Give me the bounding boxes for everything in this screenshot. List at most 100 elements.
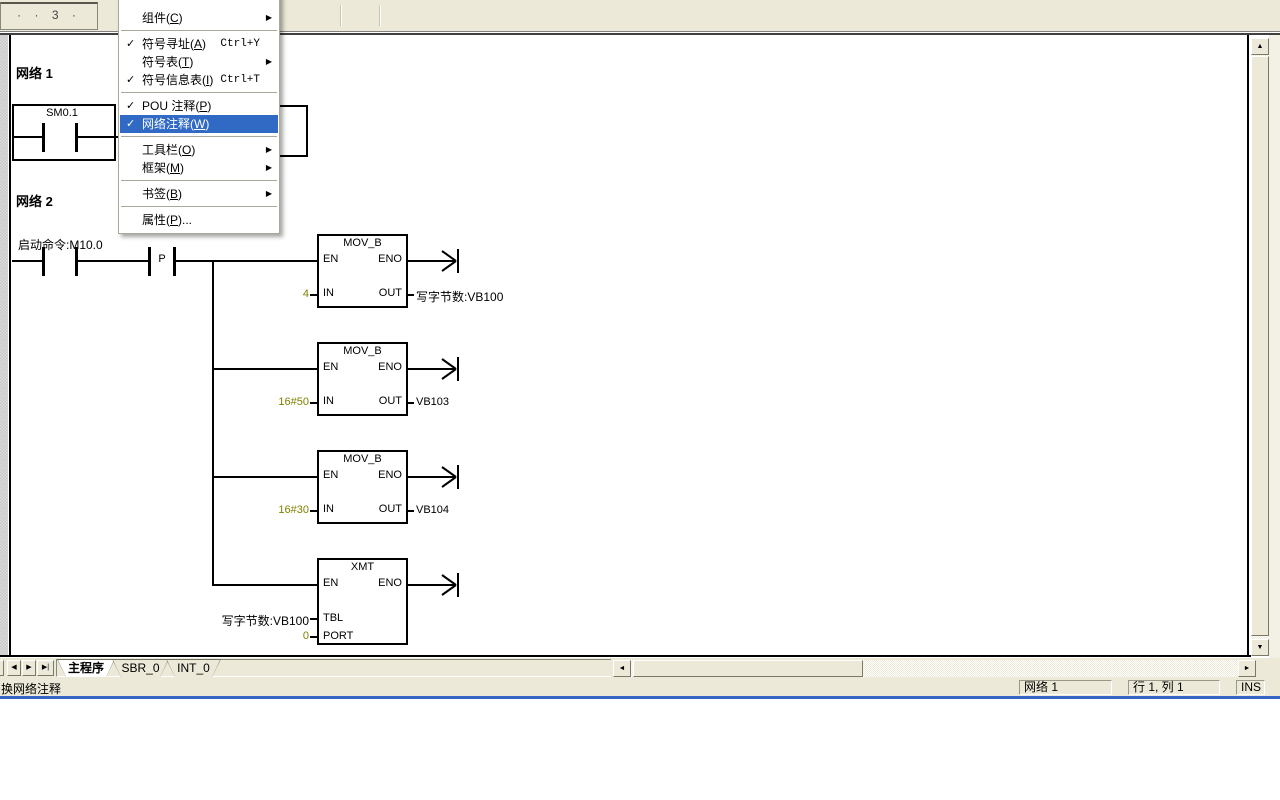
menu-item-symbol-table[interactable]: 符号表(T) ▶ xyxy=(120,53,278,71)
pin-in: IN xyxy=(323,287,334,299)
view-dropdown-menu: 组件(C) ▶ ✓ 符号寻址(A) Ctrl+Y 符号表(T) ▶ ✓ 符号信息… xyxy=(118,0,280,234)
pin-en: EN xyxy=(323,253,338,265)
branch-wire xyxy=(213,584,317,586)
branch-wire xyxy=(213,368,317,370)
menu-item-bookmarks[interactable]: 书签(B) ▶ xyxy=(120,185,278,203)
submenu-arrow-icon: ▶ xyxy=(266,185,272,203)
pin-en: EN xyxy=(323,469,338,481)
pin-stub xyxy=(408,294,414,296)
pin-stub xyxy=(408,402,414,404)
hscrollbar-thumb[interactable] xyxy=(633,660,863,677)
menu-item-toolbars[interactable]: 工具栏(O) ▶ xyxy=(120,141,278,159)
shortcut-label: Ctrl+T xyxy=(220,71,260,89)
menu-item-pou-comments[interactable]: ✓ POU 注释(P) xyxy=(120,97,278,115)
menu-item-properties[interactable]: 属性(P)... xyxy=(120,211,278,229)
pin-eno: ENO xyxy=(378,361,402,373)
tab-main-program[interactable]: 主程序 xyxy=(57,659,115,677)
block-title: MOV_B xyxy=(319,345,406,357)
submenu-arrow-icon: ▶ xyxy=(266,53,272,71)
editor-right-border xyxy=(1247,35,1249,657)
in-constant-2[interactable]: 16#50 xyxy=(220,396,309,408)
menu-item-symbol-addressing[interactable]: ✓ 符号寻址(A) Ctrl+Y xyxy=(120,35,278,53)
pin-out: OUT xyxy=(379,395,402,407)
menu-separator xyxy=(121,133,277,141)
menu-separator xyxy=(121,203,277,211)
application-window: · · 3 · 网络 1 SM0.1 网络 2 启动命令:M10.0 P MOV… xyxy=(0,0,1280,800)
tab-nav-last-button[interactable]: ▶| xyxy=(37,660,54,676)
mov-b-block-2[interactable]: MOV_B EN ENO IN OUT xyxy=(317,342,408,416)
submenu-arrow-icon: ▶ xyxy=(266,141,272,159)
mov-b-block-1[interactable]: MOV_B EN ENO IN OUT xyxy=(317,234,408,308)
tbl-operand[interactable]: 写字节数:VB100 xyxy=(200,612,309,629)
pin-eno: ENO xyxy=(378,253,402,265)
block-title: MOV_B xyxy=(319,453,406,465)
tab-int0[interactable]: INT_0 xyxy=(166,659,221,677)
checkmark-icon: ✓ xyxy=(126,71,135,89)
contact-address-m100[interactable]: 启动命令:M10.0 xyxy=(18,236,103,253)
status-mode-panel: INS xyxy=(1236,680,1265,695)
status-cursor-panel: 行 1, 列 1 xyxy=(1128,680,1220,695)
pin-stub xyxy=(408,510,414,512)
pin-en: EN xyxy=(323,361,338,373)
menu-separator xyxy=(121,177,277,185)
shortcut-label: Ctrl+Y xyxy=(220,35,260,53)
rung-wire xyxy=(12,260,42,262)
toolbar-separator xyxy=(340,5,342,26)
tab-nav-first-button[interactable]: |◀ xyxy=(0,660,4,676)
checkmark-icon: ✓ xyxy=(126,115,135,133)
status-hint-text: 换网络注释 xyxy=(1,680,61,697)
out-operand-1[interactable]: 写字节数:VB100 xyxy=(416,288,503,305)
checkmark-icon: ✓ xyxy=(126,97,135,115)
pin-eno: ENO xyxy=(378,577,402,589)
branch-wire xyxy=(212,260,214,586)
vscroll-up-button[interactable]: ▲ xyxy=(1251,38,1269,55)
menu-item-components[interactable]: 组件(C) ▶ xyxy=(120,9,278,27)
network1-label: 网络 1 xyxy=(16,63,53,82)
rung-open-arrow xyxy=(408,462,466,497)
xmt-block[interactable]: XMT EN ENO TBL PORT xyxy=(317,558,408,645)
pin-stub xyxy=(310,636,317,638)
pin-port: PORT xyxy=(323,630,353,642)
pin-stub xyxy=(310,510,317,512)
tab-nav-prev-button[interactable]: ◀ xyxy=(7,660,21,676)
pin-en: EN xyxy=(323,577,338,589)
editor-left-gutter xyxy=(0,35,8,655)
status-network-panel: 网络 1 xyxy=(1019,680,1112,695)
menu-item-symbol-info-table[interactable]: ✓ 符号信息表(I) Ctrl+T xyxy=(120,71,278,89)
out-operand-2[interactable]: VB103 xyxy=(416,396,449,408)
vscrollbar-thumb[interactable] xyxy=(1251,56,1269,636)
pin-out: OUT xyxy=(379,503,402,515)
menu-item-network-comments[interactable]: ✓ 网络注释(W) xyxy=(120,115,278,133)
pin-out: OUT xyxy=(379,287,402,299)
rung-open-arrow xyxy=(408,570,466,605)
window-right-strip xyxy=(1269,35,1280,658)
contact-bar[interactable] xyxy=(42,123,45,152)
port-constant[interactable]: 0 xyxy=(220,630,309,642)
rung-wire xyxy=(78,260,148,262)
hscroll-right-button[interactable]: ► xyxy=(1238,660,1256,677)
pin-tbl: TBL xyxy=(323,612,343,624)
block-title: MOV_B xyxy=(319,237,406,249)
tab-sbr0[interactable]: SBR_0 xyxy=(112,659,169,677)
edge-contact-label[interactable]: P xyxy=(151,253,173,265)
pin-stub xyxy=(310,618,317,620)
contact-bar[interactable] xyxy=(42,247,45,276)
hscroll-left-button[interactable]: ◄ xyxy=(613,660,631,677)
pin-in: IN xyxy=(323,503,334,515)
network2-label: 网络 2 xyxy=(16,191,53,210)
tab-nav-next-button[interactable]: ▶ xyxy=(22,660,36,676)
vscroll-down-button[interactable]: ▼ xyxy=(1251,639,1269,656)
block-title: XMT xyxy=(319,561,406,573)
menu-separator xyxy=(121,89,277,97)
in-constant-3[interactable]: 16#30 xyxy=(220,504,309,516)
pin-stub xyxy=(310,294,317,296)
mov-b-block-3[interactable]: MOV_B EN ENO IN OUT xyxy=(317,450,408,524)
submenu-arrow-icon: ▶ xyxy=(266,159,272,177)
checkmark-icon: ✓ xyxy=(126,35,135,53)
out-operand-3[interactable]: VB104 xyxy=(416,504,449,516)
in-constant-1[interactable]: 4 xyxy=(220,288,309,300)
menu-item-frame[interactable]: 框架(M) ▶ xyxy=(120,159,278,177)
contact-address-sm01[interactable]: SM0.1 xyxy=(22,107,102,119)
rung-open-arrow xyxy=(408,246,466,281)
window-bottom-edge xyxy=(0,696,1280,699)
